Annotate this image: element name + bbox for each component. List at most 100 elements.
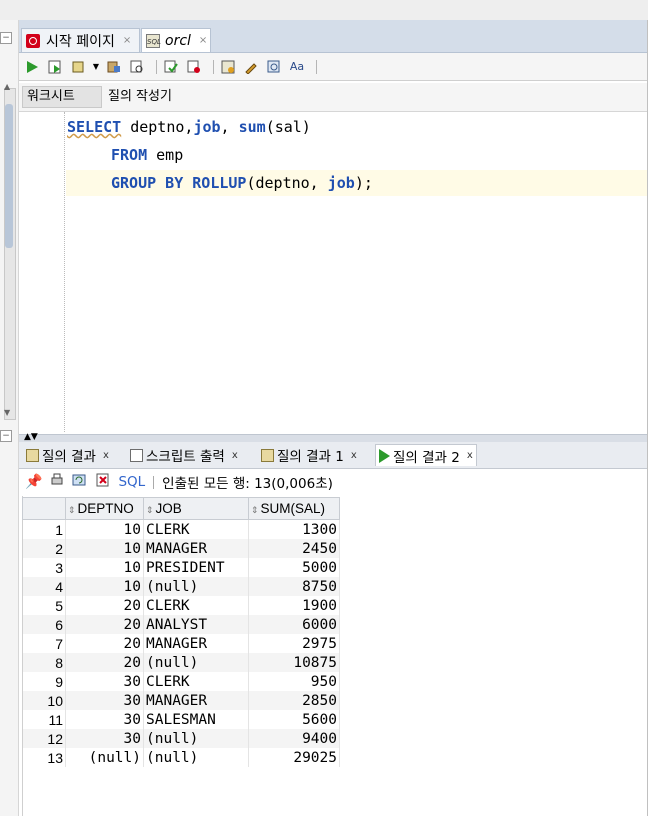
close-icon[interactable]: x [103, 450, 109, 461]
pin-icon[interactable]: 📌 [25, 474, 42, 490]
deptno-cell[interactable]: 30 [65, 729, 144, 748]
scroll-down-arrow-icon[interactable]: ▼ [4, 408, 10, 417]
run-script-icon[interactable] [46, 58, 64, 76]
table-row[interactable]: 2 10 MANAGER 2450 [22, 539, 340, 558]
row-number-cell[interactable]: 11 [22, 710, 66, 729]
text-case-icon[interactable]: Aa [288, 58, 306, 76]
row-number-cell[interactable]: 7 [22, 634, 66, 653]
collapse-panel-icon[interactable]: − [0, 32, 12, 44]
chevron-down-icon[interactable]: ▼ [92, 58, 100, 76]
sum-sal-cell[interactable]: 5600 [248, 710, 340, 729]
table-row[interactable]: 6 20 ANALYST 6000 [22, 615, 340, 634]
format-icon[interactable] [265, 58, 283, 76]
table-row[interactable]: 8 20 (null) 10875 [22, 653, 340, 672]
row-number-cell[interactable]: 8 [22, 653, 66, 672]
commit-icon[interactable] [69, 58, 87, 76]
panel-splitter[interactable] [19, 434, 648, 442]
scroll-up-arrow-icon[interactable]: ▲ [4, 82, 10, 91]
job-cell[interactable]: SALESMAN [143, 710, 249, 729]
job-cell[interactable]: PRESIDENT [143, 558, 249, 577]
deptno-cell[interactable]: 10 [65, 539, 144, 558]
table-row[interactable]: 13 (null) (null) 29025 [22, 748, 340, 767]
deptno-cell[interactable]: 10 [65, 519, 144, 539]
close-icon[interactable]: x [232, 450, 238, 461]
sum-sal-cell[interactable]: 29025 [248, 748, 340, 767]
table-row[interactable]: 4 10 (null) 8750 [22, 577, 340, 596]
job-cell[interactable]: CLERK [143, 519, 249, 539]
tab-query-result-2[interactable]: 질의 결과 2 x [375, 444, 477, 466]
deptno-cell[interactable]: 20 [65, 596, 144, 615]
row-number-cell[interactable]: 9 [22, 672, 66, 691]
explain-plan-icon[interactable] [162, 58, 180, 76]
column-header-sum-sal[interactable]: ⇕ SUM(SAL) [248, 497, 340, 520]
sum-sal-cell[interactable]: 5000 [248, 558, 340, 577]
close-icon[interactable]: × [199, 35, 207, 46]
sort-icon[interactable]: ⇕ [251, 505, 259, 515]
job-cell[interactable]: CLERK [143, 672, 249, 691]
sum-sal-cell[interactable]: 1900 [248, 596, 340, 615]
row-number-cell[interactable]: 3 [22, 558, 66, 577]
deptno-cell[interactable]: 20 [65, 653, 144, 672]
run-statement-icon[interactable] [23, 58, 41, 76]
job-cell[interactable]: (null) [143, 653, 249, 672]
sql-tuning-icon[interactable] [185, 58, 203, 76]
job-cell[interactable]: (null) [143, 729, 249, 748]
tab-orcl[interactable]: SQL orcl × [141, 28, 211, 52]
sum-sal-cell[interactable]: 2850 [248, 691, 340, 710]
sort-icon[interactable]: ⇕ [68, 505, 76, 515]
deptno-cell[interactable]: 10 [65, 558, 144, 577]
table-row[interactable]: 9 30 CLERK 950 [22, 672, 340, 691]
tab-start-page[interactable]: 시작 페이지 × [21, 28, 140, 52]
row-number-cell[interactable]: 13 [22, 748, 66, 767]
table-row[interactable]: 3 10 PRESIDENT 5000 [22, 558, 340, 577]
sum-sal-cell[interactable]: 8750 [248, 577, 340, 596]
sum-sal-cell[interactable]: 2450 [248, 539, 340, 558]
sum-sal-cell[interactable]: 2975 [248, 634, 340, 653]
sql-link[interactable]: SQL [118, 474, 145, 490]
table-row[interactable]: 11 30 SALESMAN 5600 [22, 710, 340, 729]
row-number-cell[interactable]: 2 [22, 539, 66, 558]
sql-history-icon[interactable] [219, 58, 237, 76]
row-number-cell[interactable]: 5 [22, 596, 66, 615]
sum-sal-cell[interactable]: 10875 [248, 653, 340, 672]
row-number-cell[interactable]: 1 [22, 519, 66, 539]
tab-query-result[interactable]: 질의 결과 x [23, 444, 112, 466]
sum-sal-cell[interactable]: 6000 [248, 615, 340, 634]
deptno-cell[interactable]: 30 [65, 691, 144, 710]
row-number-cell[interactable]: 10 [22, 691, 66, 710]
code-line-3[interactable]: GROUP BY ROLLUP(deptno, job); [111, 174, 373, 192]
scrollbar-thumb[interactable] [5, 104, 13, 248]
job-cell[interactable]: ANALYST [143, 615, 249, 634]
deptno-cell[interactable]: 10 [65, 577, 144, 596]
job-cell[interactable]: MANAGER [143, 634, 249, 653]
deptno-cell[interactable]: 20 [65, 634, 144, 653]
row-number-cell[interactable]: 12 [22, 729, 66, 748]
autotrace-icon[interactable] [128, 58, 146, 76]
table-row[interactable]: 7 20 MANAGER 2975 [22, 634, 340, 653]
collapse-panel-icon-2[interactable]: − [0, 430, 12, 442]
deptno-cell[interactable]: 30 [65, 710, 144, 729]
tab-worksheet[interactable]: 워크시트 [22, 86, 102, 108]
tab-script-output[interactable]: 스크립트 출력 x [127, 444, 241, 466]
code-line-1[interactable]: SELECT deptno,job, sum(sal) [67, 118, 311, 136]
job-cell[interactable]: MANAGER [143, 691, 249, 710]
deptno-cell[interactable]: 30 [65, 672, 144, 691]
column-header-job[interactable]: ⇕ JOB [143, 497, 249, 520]
table-row[interactable]: 10 30 MANAGER 2850 [22, 691, 340, 710]
row-number-cell[interactable]: 4 [22, 577, 66, 596]
refresh-icon[interactable] [72, 473, 88, 491]
close-icon[interactable]: × [123, 35, 131, 46]
deptno-cell[interactable]: (null) [65, 748, 144, 767]
export-icon[interactable] [96, 473, 110, 491]
table-row[interactable]: 1 10 CLERK 1300 [22, 519, 340, 539]
job-cell[interactable]: (null) [143, 748, 249, 767]
sum-sal-cell[interactable]: 1300 [248, 519, 340, 539]
column-header-deptno[interactable]: ⇕ DEPTNO [65, 497, 144, 520]
close-icon[interactable]: x [467, 450, 473, 461]
deptno-cell[interactable]: 20 [65, 615, 144, 634]
sum-sal-cell[interactable]: 950 [248, 672, 340, 691]
table-row[interactable]: 12 30 (null) 9400 [22, 729, 340, 748]
table-row[interactable]: 5 20 CLERK 1900 [22, 596, 340, 615]
tab-query-result-1[interactable]: 질의 결과 1 x [258, 444, 360, 466]
tab-query-builder[interactable]: 질의 작성기 [108, 86, 172, 108]
